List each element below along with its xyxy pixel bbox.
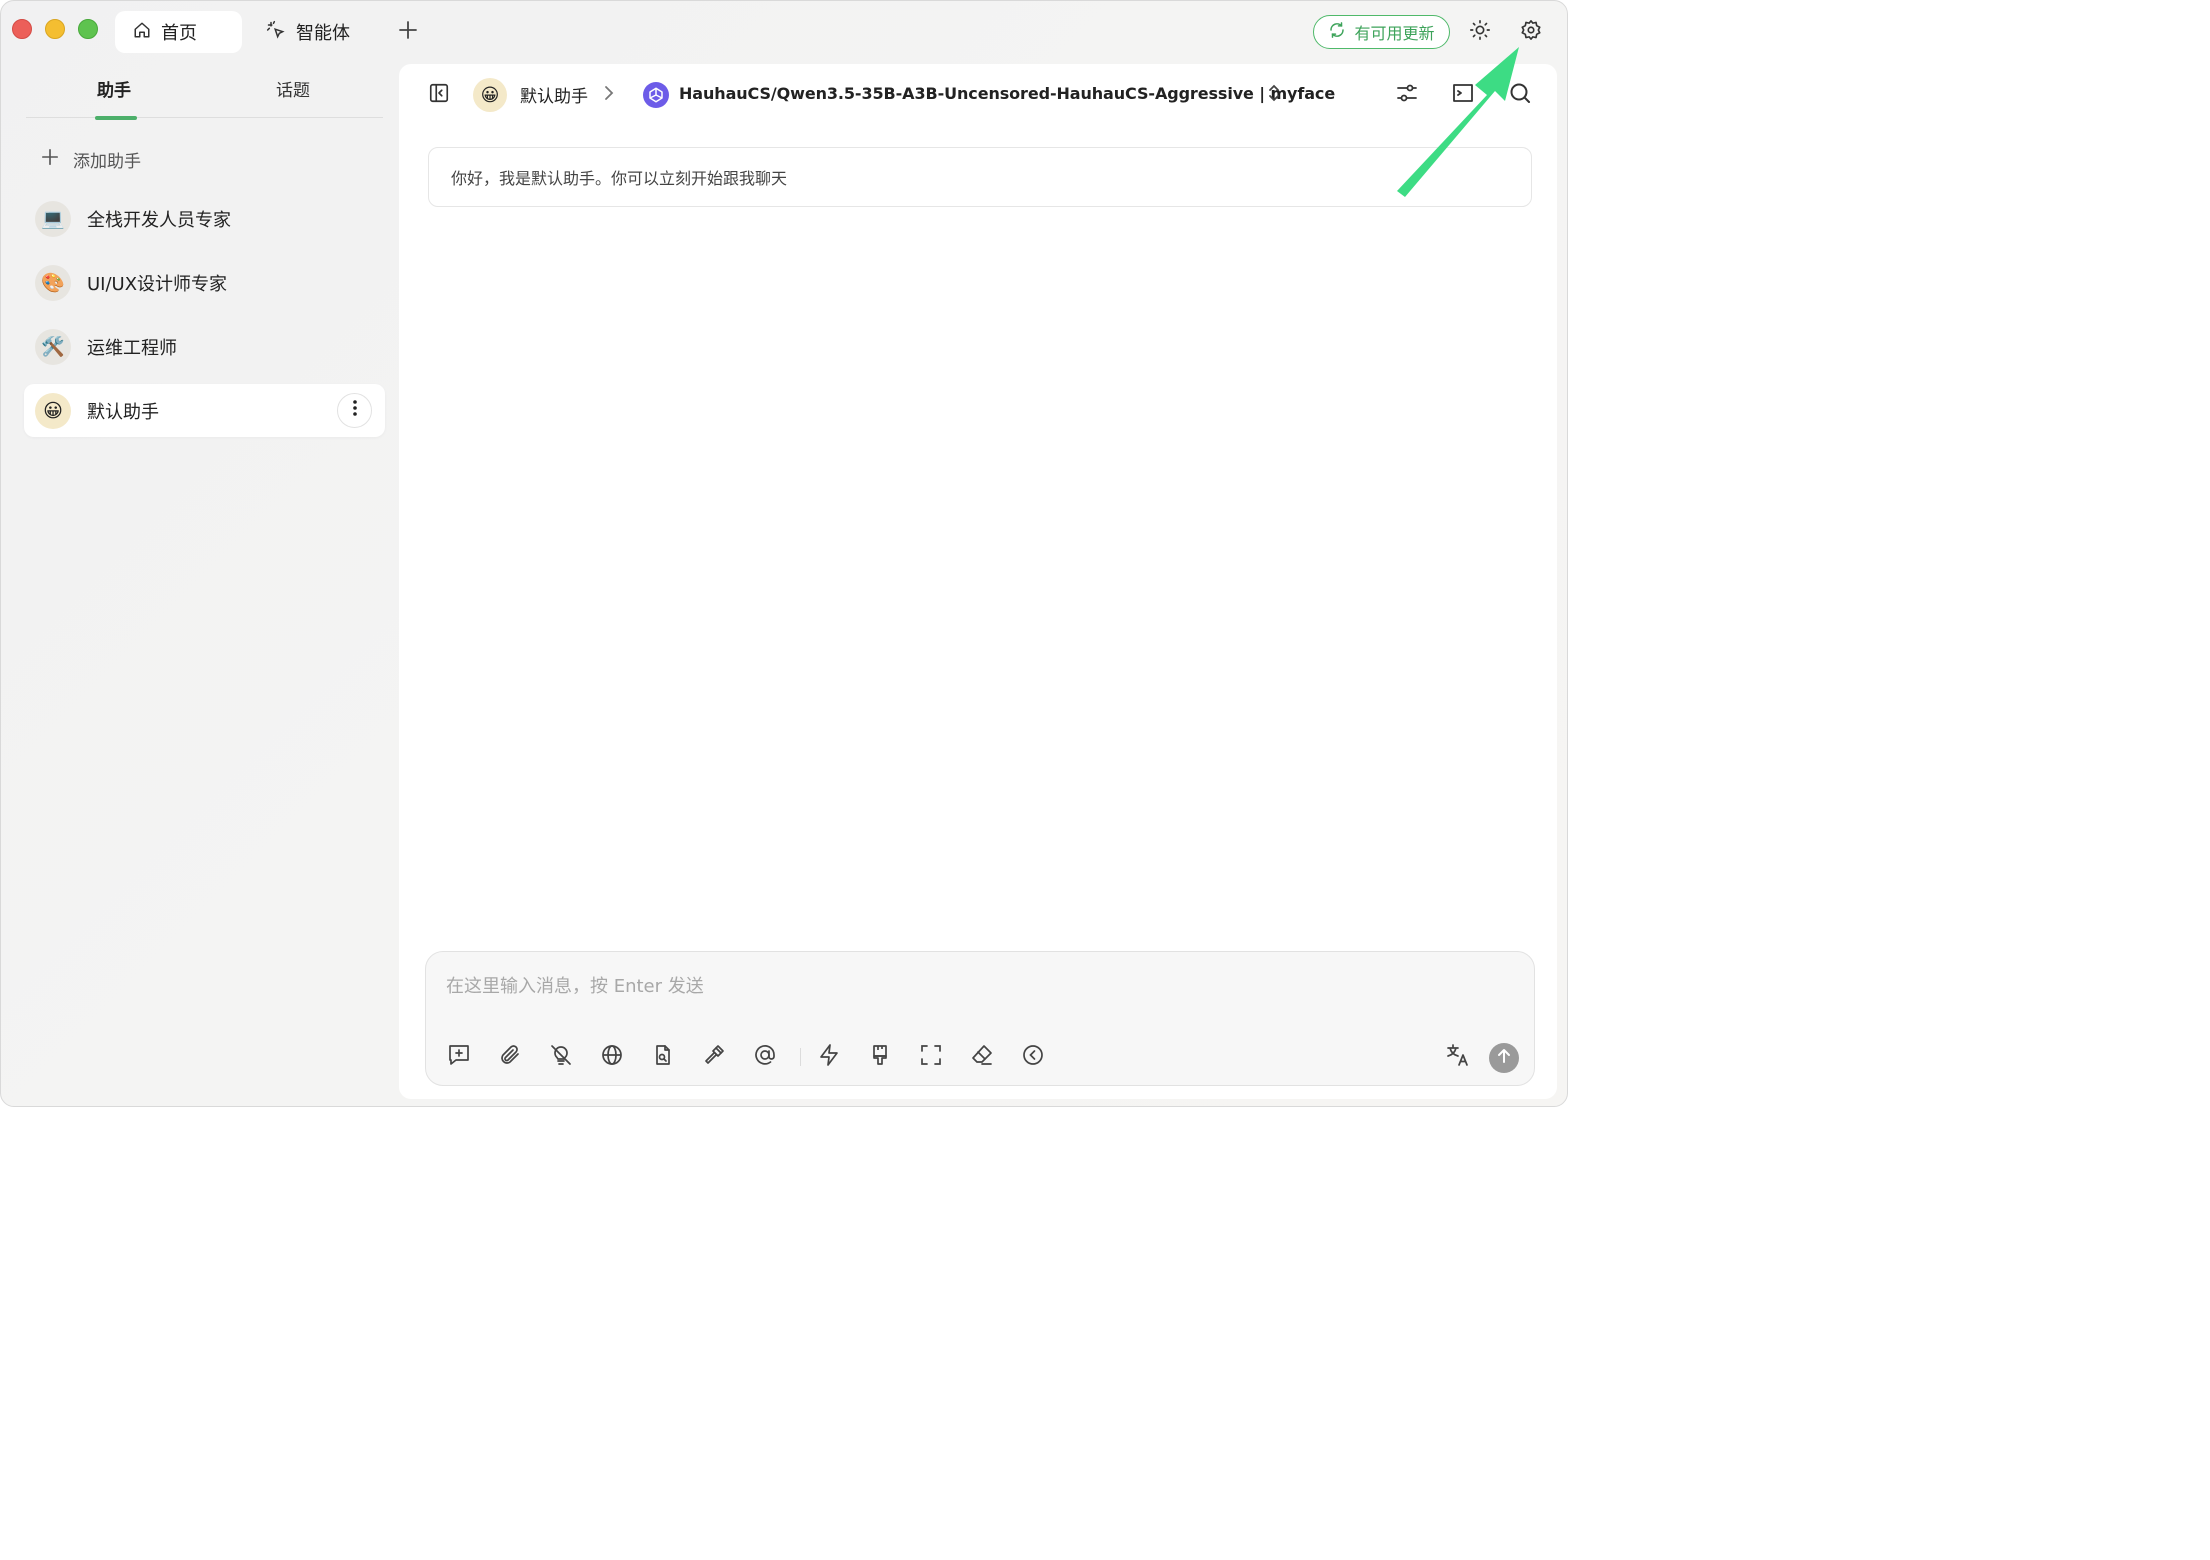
chevron-updown-icon[interactable] bbox=[1267, 82, 1281, 108]
sparkle-cursor-icon bbox=[266, 20, 286, 45]
avatar: 😀 bbox=[35, 392, 71, 429]
assistant-item-label: 默认助手 bbox=[87, 401, 159, 423]
toolbar-divider bbox=[800, 1048, 801, 1066]
model-selector[interactable]: HauhauCS/Qwen3.5-35B-A3B-Uncensored-Hauh… bbox=[679, 84, 1335, 103]
sidebar-collapse-icon bbox=[428, 82, 450, 108]
avatar: 💻 bbox=[35, 200, 71, 237]
gear-icon bbox=[1520, 19, 1542, 45]
tab-home[interactable]: 首页 bbox=[115, 11, 242, 53]
sliders-icon bbox=[1395, 81, 1419, 109]
thinking-off-icon bbox=[549, 1043, 573, 1071]
fullscreen-icon bbox=[919, 1043, 943, 1071]
app-window: 首页 智能体 有可用更新 助手 话题 添加助手 💻 全栈开发人员专家 🎨 UI/… bbox=[0, 0, 1568, 1107]
new-topic-button[interactable] bbox=[444, 1042, 474, 1072]
add-tab-button[interactable] bbox=[395, 15, 421, 49]
topic-list-icon bbox=[1451, 81, 1475, 109]
sidebar-tab-topics[interactable]: 话题 bbox=[276, 73, 310, 103]
collapse-icon bbox=[1021, 1043, 1045, 1071]
assistant-item-ops[interactable]: 🛠️ 运维工程师 bbox=[24, 320, 385, 373]
quick-phrase-button[interactable] bbox=[814, 1042, 844, 1072]
theme-toggle-button[interactable] bbox=[1465, 17, 1495, 47]
zoom-window-button[interactable] bbox=[78, 19, 98, 39]
new-topic-icon bbox=[447, 1043, 471, 1071]
arrow-up-icon bbox=[1496, 1048, 1512, 1068]
send-button[interactable] bbox=[1489, 1043, 1519, 1073]
plus-icon bbox=[41, 148, 59, 171]
search-button[interactable] bbox=[1506, 81, 1534, 109]
tab-agents-label: 智能体 bbox=[296, 23, 350, 44]
assistant-item-label: UI/UX设计师专家 bbox=[87, 273, 228, 295]
assistant-item-uiux[interactable]: 🎨 UI/UX设计师专家 bbox=[24, 256, 385, 309]
knowledge-file-icon bbox=[651, 1043, 675, 1071]
active-tab-indicator bbox=[95, 116, 137, 120]
add-assistant-button[interactable]: 添加助手 bbox=[41, 145, 141, 173]
mcp-tools-button[interactable] bbox=[699, 1042, 729, 1072]
home-icon bbox=[133, 21, 151, 44]
topic-list-button[interactable] bbox=[1449, 81, 1477, 109]
more-vertical-icon bbox=[352, 399, 358, 422]
chat-header: 😀 默认助手 HauhauCS/Qwen3.5-35B-A3B-Uncensor… bbox=[399, 64, 1557, 126]
message-input[interactable] bbox=[446, 970, 1506, 1002]
add-assistant-label: 添加助手 bbox=[73, 151, 141, 172]
search-icon bbox=[1508, 81, 1532, 109]
translate-icon bbox=[1445, 1042, 1471, 1072]
web-search-icon bbox=[600, 1043, 624, 1071]
settings-button[interactable] bbox=[1516, 17, 1546, 47]
web-search-button[interactable] bbox=[597, 1042, 627, 1072]
toggle-sidebar-button[interactable] bbox=[427, 83, 451, 107]
assistant-more-button[interactable] bbox=[337, 393, 372, 428]
mention-model-button[interactable] bbox=[750, 1042, 780, 1072]
tab-agents[interactable]: 智能体 bbox=[248, 11, 368, 53]
minimize-window-button[interactable] bbox=[45, 19, 65, 39]
knowledge-base-button[interactable] bbox=[648, 1042, 678, 1072]
refresh-icon bbox=[1328, 21, 1346, 43]
tab-home-label: 首页 bbox=[161, 23, 197, 44]
clear-eraser-icon bbox=[970, 1043, 994, 1071]
mention-icon bbox=[753, 1043, 777, 1071]
close-window-button[interactable] bbox=[12, 19, 32, 39]
attachment-icon bbox=[498, 1043, 522, 1071]
avatar: 🛠️ bbox=[35, 328, 71, 365]
assistant-item-label: 运维工程师 bbox=[87, 337, 177, 359]
assistant-item-label: 全栈开发人员专家 bbox=[87, 209, 231, 231]
plus-icon bbox=[398, 20, 418, 44]
mcp-hammer-icon bbox=[702, 1043, 726, 1071]
current-assistant-name[interactable]: 默认助手 bbox=[520, 82, 588, 107]
clear-context-button[interactable] bbox=[967, 1042, 997, 1072]
translate-button[interactable] bbox=[1443, 1042, 1473, 1072]
fullscreen-button[interactable] bbox=[916, 1042, 946, 1072]
chat-panel: 😀 默认助手 HauhauCS/Qwen3.5-35B-A3B-Uncensor… bbox=[399, 64, 1557, 1099]
attachment-button[interactable] bbox=[495, 1042, 525, 1072]
assistant-item-default[interactable]: 😀 默认助手 bbox=[24, 384, 385, 437]
chevron-right-icon bbox=[603, 84, 615, 106]
generate-image-button[interactable] bbox=[865, 1042, 895, 1072]
sidebar-tab-assistants[interactable]: 助手 bbox=[97, 73, 131, 103]
assistant-greeting-message: 你好，我是默认助手。你可以立刻开始跟我聊天 bbox=[428, 147, 1532, 207]
chat-settings-button[interactable] bbox=[1393, 81, 1421, 109]
sidebar-divider bbox=[26, 117, 383, 118]
update-available-button[interactable]: 有可用更新 bbox=[1313, 15, 1450, 49]
thinking-toggle-button[interactable] bbox=[546, 1042, 576, 1072]
model-provider-icon bbox=[643, 82, 669, 108]
sun-icon bbox=[1469, 19, 1491, 45]
current-assistant-avatar[interactable]: 😀 bbox=[473, 78, 507, 112]
collapse-toolbar-button[interactable] bbox=[1018, 1042, 1048, 1072]
update-label: 有可用更新 bbox=[1354, 24, 1435, 43]
paint-brush-icon bbox=[868, 1043, 892, 1071]
assistant-item-fullstack[interactable]: 💻 全栈开发人员专家 bbox=[24, 192, 385, 245]
avatar: 🎨 bbox=[35, 264, 71, 301]
message-composer bbox=[425, 951, 1535, 1086]
quick-phrase-icon bbox=[817, 1043, 841, 1071]
